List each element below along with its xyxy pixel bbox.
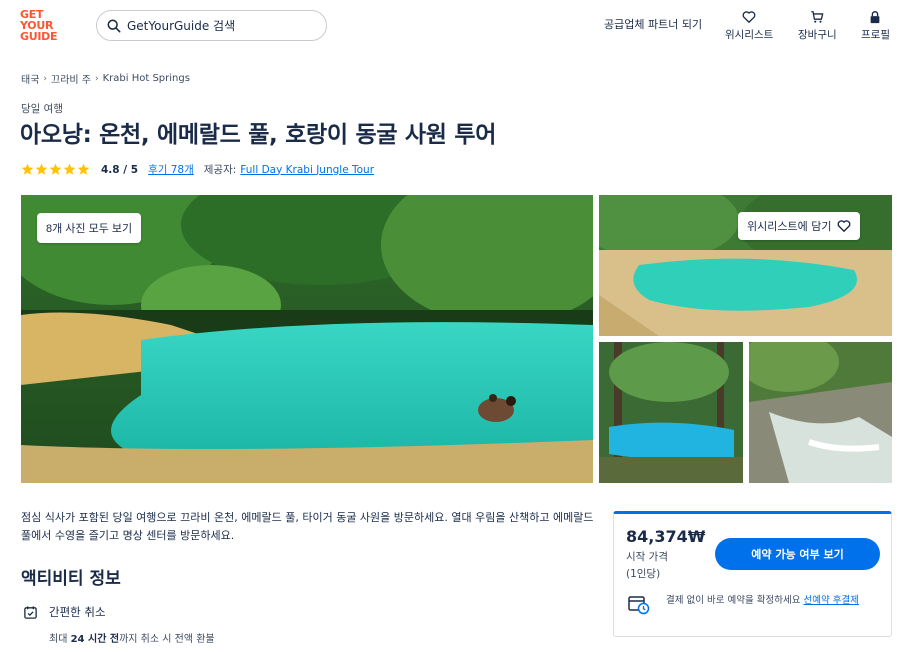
photo-3[interactable] <box>599 342 743 483</box>
photo-4[interactable] <box>749 342 892 483</box>
activity-category: 당일 여행 <box>21 103 63 115</box>
hot-springs-image <box>749 342 892 483</box>
star-icon <box>21 163 34 175</box>
reviews-link[interactable]: 후기 78개 <box>148 162 194 177</box>
nav-profile-label: 프로필 <box>861 29 890 41</box>
star-rating <box>21 163 91 176</box>
star-icon <box>77 163 90 175</box>
free-cancellation-feature: 간편한 취소 <box>23 604 106 620</box>
calendar-check-icon <box>24 605 37 619</box>
page-title: 아오낭: 온천, 에메랄드 풀, 호랑이 동굴 사원 투어 <box>20 122 497 148</box>
logo[interactable]: GET YOUR GUIDE <box>20 9 64 42</box>
activity-description: 점심 식사가 포함된 당일 여행으로 끄라비 온천, 에메랄드 풀, 타이거 동… <box>21 511 594 542</box>
calendar-clock-icon <box>628 596 650 615</box>
reserve-text: 결제 없이 바로 예약을 확정하세요 선예약 후결제 <box>666 593 886 615</box>
section-title-activity-info: 액티비티 정보 <box>21 569 121 589</box>
reserve-now-info: 결제 없이 바로 예약을 확정하세요 선예약 후결제 <box>628 593 886 615</box>
provider-link[interactable]: Full Day Krabi Jungle Tour <box>240 164 374 176</box>
breadcrumb-current[interactable]: Krabi Hot Springs <box>103 73 190 84</box>
top-header: GET YOUR GUIDE GetYourGuide 검색 공급업체 파트너 … <box>0 0 900 52</box>
reserve-text-body: 결제 없이 바로 예약을 확정하세요 <box>666 595 804 606</box>
breadcrumb: 태국 › 끄라비 주 › Krabi Hot Springs <box>21 71 190 86</box>
view-all-photos-button[interactable]: 8개 사진 모두 보기 <box>37 213 142 243</box>
search-placeholder: GetYourGuide 검색 <box>127 19 236 33</box>
blue-pool-image <box>599 342 743 483</box>
rating-value: 4.8 / 5 <box>101 163 139 176</box>
breadcrumb-item[interactable]: 태국 <box>21 71 39 86</box>
feature-desc-post: 까지 취소 시 전액 환불 <box>119 634 215 645</box>
price-unit: (1인당) <box>626 568 661 580</box>
star-icon <box>35 163 48 175</box>
search-icon <box>107 19 121 32</box>
cart-icon <box>811 11 824 23</box>
add-to-wishlist-label: 위시리스트에 담기 <box>747 220 832 233</box>
logo-line-3: GUIDE <box>20 30 58 43</box>
lock-profile-icon <box>871 11 880 24</box>
search-input[interactable]: GetYourGuide 검색 <box>96 10 327 41</box>
nav-wishlist[interactable]: 위시리스트 <box>725 10 773 42</box>
breadcrumb-item[interactable]: 끄라비 주 <box>51 71 91 86</box>
nav-cart-label: 장바구니 <box>798 29 837 41</box>
partner-link[interactable]: 공급업체 파트너 되기 <box>604 16 702 32</box>
reserve-now-pay-later-link[interactable]: 선예약 후결제 <box>803 595 858 606</box>
check-availability-button[interactable]: 예약 가능 여부 보기 <box>715 538 880 570</box>
star-icon <box>49 163 62 175</box>
provider-label: 제공자: <box>203 164 237 176</box>
heart-icon <box>742 11 756 23</box>
price-label: 시작 가격 <box>626 551 668 563</box>
booking-card: 84,374₩ 시작 가격 (1인당) 예약 가능 여부 보기 결제 없이 바로… <box>613 511 892 637</box>
add-to-wishlist-button[interactable]: 위시리스트에 담기 <box>738 212 861 240</box>
feature-desc-bold: 24 시간 전 <box>70 634 120 645</box>
nav-wishlist-label: 위시리스트 <box>725 29 774 41</box>
photo-gallery: 8개 사진 모두 보기 위시리스트에 담기 <box>21 195 892 483</box>
rating-row: 4.8 / 5 후기 78개 제공자: Full Day Krabi Jungl… <box>21 162 374 177</box>
nav-profile[interactable]: 프로필 <box>861 10 890 42</box>
feature-description: 최대 24 시간 전까지 취소 시 전액 환불 <box>49 630 215 645</box>
star-icon <box>63 163 76 175</box>
price: 84,374₩ <box>626 527 706 546</box>
nav-cart[interactable]: 장바구니 <box>798 10 837 42</box>
chevron-right-icon: › <box>43 73 48 84</box>
heart-icon <box>838 220 851 232</box>
feature-title: 간편한 취소 <box>49 605 106 619</box>
feature-desc-pre: 최대 <box>49 634 68 645</box>
chevron-right-icon: › <box>95 73 99 84</box>
